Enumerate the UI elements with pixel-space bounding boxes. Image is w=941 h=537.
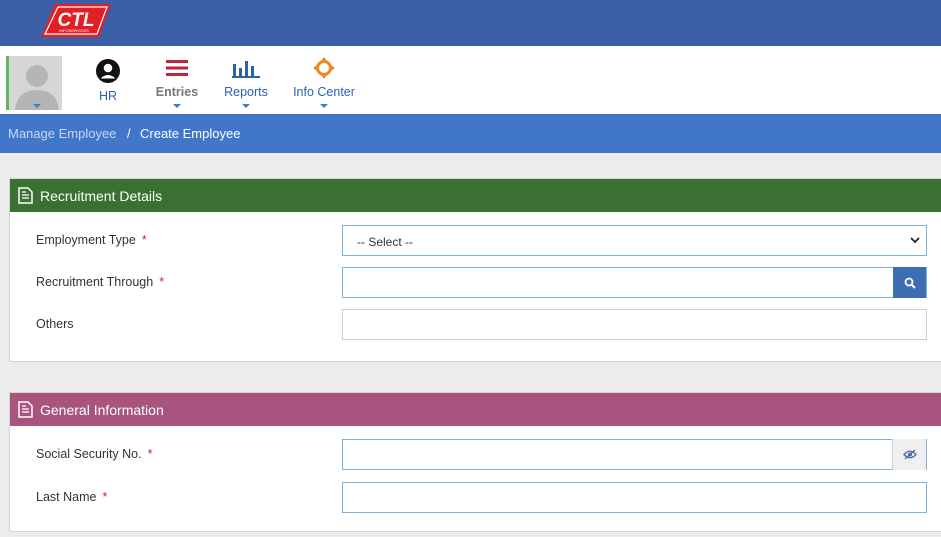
user-circle-icon	[96, 59, 120, 83]
chevron-down-icon	[910, 237, 920, 244]
last-name-field[interactable]	[342, 482, 927, 513]
nav-item-hr[interactable]: HR	[88, 46, 128, 114]
breadcrumb-separator: /	[127, 126, 131, 141]
nav-item-reports[interactable]: Reports	[219, 46, 273, 114]
document-icon	[18, 187, 33, 204]
top-bar: CTL INFOSERVICES	[0, 0, 941, 46]
chevron-down-icon	[242, 104, 250, 108]
required-asterisk: *	[141, 233, 147, 247]
others-field[interactable]	[342, 309, 927, 340]
field-label: Last Name *	[36, 490, 108, 504]
bar-chart-icon	[232, 61, 260, 78]
nav-label: Info Center	[293, 85, 355, 99]
chevron-down-icon	[33, 104, 41, 108]
svg-text:INFOSERVICES: INFOSERVICES	[59, 28, 89, 33]
recruitment-through-field[interactable]	[342, 267, 927, 298]
document-icon	[18, 401, 33, 418]
panel-header: General Information	[10, 393, 941, 426]
ssn-field[interactable]	[342, 439, 927, 470]
breadcrumb-current: Create Employee	[140, 126, 241, 141]
employment-type-row: Employment Type * -- Select --	[10, 224, 941, 256]
toggle-visibility-button[interactable]	[892, 439, 926, 470]
chevron-down-icon	[320, 104, 328, 108]
nav-label: Entries	[155, 85, 199, 99]
required-asterisk: *	[147, 447, 153, 461]
hamburger-icon	[166, 60, 188, 76]
field-label: Recruitment Through *	[36, 275, 165, 289]
eye-slash-icon	[903, 449, 917, 460]
nav-label: Reports	[224, 85, 268, 99]
nav-bar: HR Entries Reports Info Center	[0, 46, 941, 114]
recruitment-through-row: Recruitment Through *	[10, 266, 941, 298]
field-label: Social Security No. *	[36, 447, 153, 461]
nav-label: HR	[98, 89, 118, 103]
last-name-row: Last Name *	[10, 481, 941, 513]
avatar[interactable]	[6, 56, 62, 110]
others-row: Others	[10, 308, 941, 340]
ssn-row: Social Security No. *	[10, 438, 941, 470]
nav-item-info-center[interactable]: Info Center	[288, 46, 360, 114]
search-button[interactable]	[893, 267, 926, 298]
field-label: Others	[36, 317, 74, 331]
crosshair-icon	[313, 57, 335, 79]
employment-type-select[interactable]: -- Select --	[342, 225, 927, 256]
required-asterisk: *	[102, 490, 108, 504]
breadcrumb: Manage Employee / Create Employee	[0, 114, 941, 153]
general-information-panel: General Information Social Security No. *…	[9, 392, 941, 532]
panel-title: Recruitment Details	[40, 188, 163, 204]
panel-title: General Information	[40, 402, 164, 418]
breadcrumb-link-manage-employee[interactable]: Manage Employee	[8, 126, 116, 141]
company-logo[interactable]: CTL INFOSERVICES	[41, 4, 111, 37]
panel-header: Recruitment Details	[10, 179, 941, 212]
recruitment-details-panel: Recruitment Details Employment Type * -- …	[9, 178, 941, 362]
required-asterisk: *	[159, 275, 165, 289]
nav-item-entries[interactable]: Entries	[150, 46, 204, 114]
chevron-down-icon	[173, 104, 181, 108]
field-label: Employment Type *	[36, 233, 147, 247]
search-icon	[904, 277, 916, 289]
